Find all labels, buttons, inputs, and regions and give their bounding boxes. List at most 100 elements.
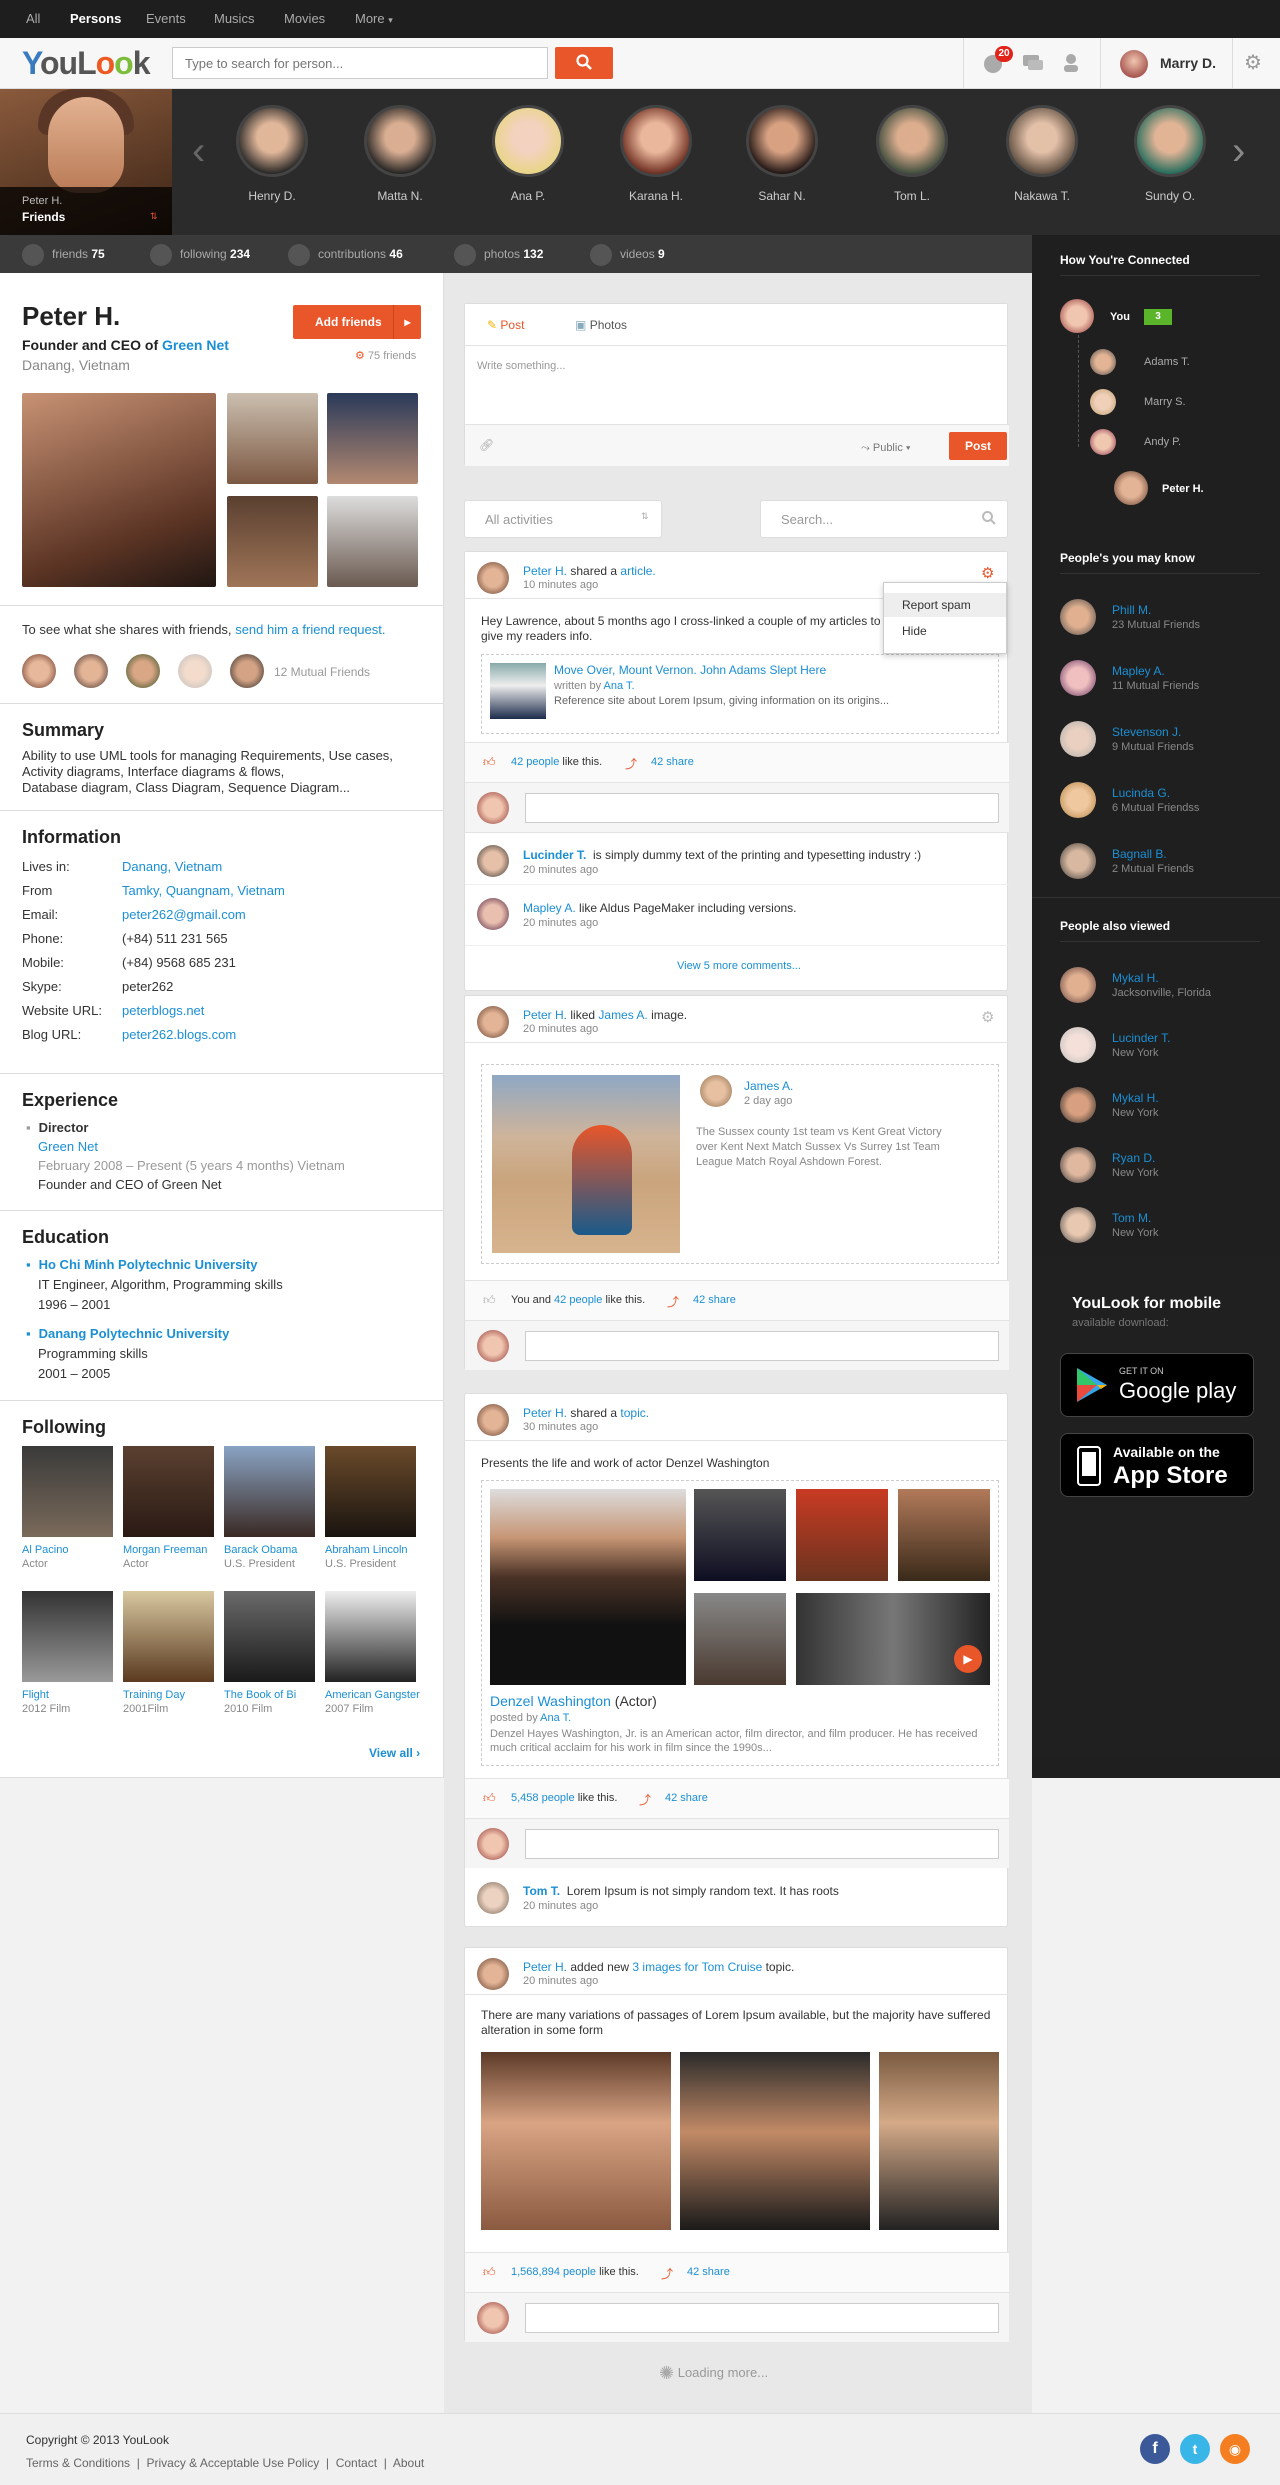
chevron-left-icon[interactable]: ‹ xyxy=(192,129,205,174)
comment-input[interactable] xyxy=(525,2303,999,2333)
mutual-avatar[interactable] xyxy=(230,654,264,688)
following-image[interactable] xyxy=(224,1446,315,1537)
facebook-icon[interactable]: f xyxy=(1140,2434,1170,2464)
nav-more[interactable]: More ▾ xyxy=(355,0,393,38)
chain-name[interactable]: Andy P. xyxy=(1144,436,1181,448)
stat-contributions[interactable]: contributions 46 xyxy=(288,235,403,273)
chevron-right-icon[interactable]: › xyxy=(1232,129,1245,174)
app-store-badge[interactable]: Available on the App Store xyxy=(1060,1433,1254,1497)
shared-article[interactable]: Move Over, Mount Vernon. John Adams Slep… xyxy=(481,654,999,734)
person-name[interactable]: Bagnall B. xyxy=(1112,847,1167,861)
nav-persons[interactable]: Persons xyxy=(70,0,121,38)
gear-icon[interactable]: ⚙ xyxy=(1244,53,1264,73)
comment-input[interactable] xyxy=(525,793,999,823)
attach-icon[interactable]: 🔗︎ xyxy=(479,438,494,452)
thumbs-up-icon[interactable]: 👍︎ xyxy=(483,755,496,770)
following-image[interactable] xyxy=(123,1446,214,1537)
post-button[interactable]: Post xyxy=(949,432,1007,460)
friend-ana[interactable]: Ana P. xyxy=(488,105,568,203)
following-image[interactable] xyxy=(325,1591,416,1682)
viewed-person[interactable]: Ryan D. New York xyxy=(1060,1147,1260,1187)
topic-main-image[interactable] xyxy=(490,1489,686,1685)
following-name[interactable]: Barack Obama xyxy=(224,1544,297,1556)
comment-input[interactable] xyxy=(525,1829,999,1859)
chain-name[interactable]: Adams T. xyxy=(1144,356,1190,368)
person-name[interactable]: Mykal H. xyxy=(1112,1091,1159,1105)
contact-link[interactable]: Contact xyxy=(336,2456,377,2470)
person-name[interactable]: Mykal H. xyxy=(1112,971,1159,985)
friend-karana[interactable]: Karana H. xyxy=(616,105,696,203)
rss-icon[interactable]: ◉ xyxy=(1220,2434,1250,2464)
person-name[interactable]: Mapley A. xyxy=(1112,664,1165,678)
following-name[interactable]: Training Day xyxy=(123,1689,185,1701)
commenter-avatar[interactable] xyxy=(477,845,509,877)
person-name[interactable]: Stevenson J. xyxy=(1112,725,1181,739)
suggested-person[interactable]: Lucinda G. 6 Mutual Friendss xyxy=(1060,782,1260,822)
search-button[interactable] xyxy=(555,47,613,79)
person-name[interactable]: Ryan D. xyxy=(1112,1151,1155,1165)
person-name[interactable]: Lucinder T. xyxy=(1112,1031,1170,1045)
profile-photo[interactable] xyxy=(327,496,418,587)
following-image[interactable] xyxy=(325,1446,416,1537)
search-input[interactable] xyxy=(172,47,548,79)
mutual-avatar[interactable] xyxy=(74,654,108,688)
following-name[interactable]: Flight xyxy=(22,1689,49,1701)
profile-photo[interactable] xyxy=(227,393,318,484)
share-icon[interactable]: ⤴ xyxy=(661,2265,673,2282)
terms-link[interactable]: Terms & Conditions xyxy=(26,2456,130,2470)
view-more-comments[interactable]: View 5 more comments... xyxy=(677,960,801,972)
person-name[interactable]: Tom M. xyxy=(1112,1211,1151,1225)
friend-tom[interactable]: Tom L. xyxy=(872,105,952,203)
person-name[interactable]: Phill M. xyxy=(1112,603,1151,617)
profile-photo[interactable] xyxy=(227,496,318,587)
report-spam-option[interactable]: Report spam xyxy=(884,593,1006,617)
friend-sundy[interactable]: Sundy O. xyxy=(1130,105,1210,203)
viewed-person[interactable]: Lucinder T. New York xyxy=(1060,1027,1260,1067)
article-title[interactable]: Move Over, Mount Vernon. John Adams Slep… xyxy=(554,663,826,677)
logo[interactable]: YouLook xyxy=(22,45,150,82)
following-name[interactable]: The Book of Bi xyxy=(224,1689,296,1701)
following-name[interactable]: Al Pacino xyxy=(22,1544,68,1556)
viewed-person[interactable]: Tom M. New York xyxy=(1060,1207,1260,1247)
friend-sahar[interactable]: Sahar N. xyxy=(742,105,822,203)
post-textarea[interactable]: Write something... xyxy=(477,360,565,372)
view-all-link[interactable]: View all › xyxy=(369,1746,420,1760)
suggested-person[interactable]: Bagnall B. 2 Mutual Friends xyxy=(1060,843,1260,883)
share-link[interactable]: 42 share xyxy=(651,756,694,768)
chain-name[interactable]: Marry S. xyxy=(1144,396,1186,408)
chain-name[interactable]: Peter H. xyxy=(1162,483,1204,495)
privacy-link[interactable]: Privacy & Acceptable Use Policy xyxy=(147,2456,320,2470)
topic-image[interactable] xyxy=(898,1489,990,1581)
following-image[interactable] xyxy=(22,1591,113,1682)
profile-main-photo[interactable] xyxy=(22,393,216,587)
following-image[interactable] xyxy=(224,1591,315,1682)
following-image[interactable] xyxy=(123,1591,214,1682)
stat-photos[interactable]: photos 132 xyxy=(454,235,543,273)
profile-photo[interactable] xyxy=(327,393,418,484)
suggested-person[interactable]: Mapley A. 11 Mutual Friends xyxy=(1060,660,1260,700)
following-image[interactable] xyxy=(22,1446,113,1537)
suggested-person[interactable]: Stevenson J. 9 Mutual Friends xyxy=(1060,721,1260,761)
friend-matta[interactable]: Matta N. xyxy=(360,105,440,203)
nav-all[interactable]: All xyxy=(26,0,40,38)
viewed-person[interactable]: Mykal H. New York xyxy=(1060,1087,1260,1127)
google-play-badge[interactable]: GET IT ON Google play xyxy=(1060,1353,1254,1417)
post-image[interactable] xyxy=(879,2052,999,2230)
share-icon[interactable]: ⤴ xyxy=(639,1791,651,1808)
post-image[interactable] xyxy=(481,2052,671,2230)
add-friends-button[interactable]: Add friends ▸ xyxy=(293,305,421,339)
author-avatar[interactable] xyxy=(477,1006,509,1038)
topic-image[interactable] xyxy=(796,1489,888,1581)
following-name[interactable]: Morgan Freeman xyxy=(123,1544,207,1556)
stat-friends[interactable]: friends 75 xyxy=(22,235,105,273)
author-avatar[interactable] xyxy=(477,562,509,594)
feed-search-input[interactable]: Search... xyxy=(760,500,1008,538)
share-icon[interactable]: ⤴ xyxy=(667,1293,679,1310)
inner-avatar[interactable] xyxy=(700,1075,732,1107)
twitter-icon[interactable]: t xyxy=(1180,2434,1210,2464)
nav-musics[interactable]: Musics xyxy=(214,0,254,38)
post-image[interactable] xyxy=(680,2052,870,2230)
play-icon[interactable]: ▶ xyxy=(954,1645,982,1673)
thumbs-up-icon[interactable]: 👍︎ xyxy=(483,1791,496,1806)
topic-image[interactable] xyxy=(694,1489,786,1581)
